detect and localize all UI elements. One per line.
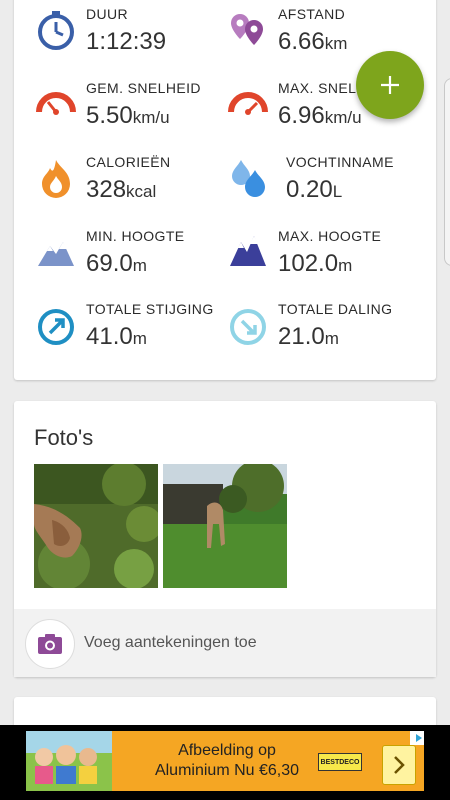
- ad-info-icon: [416, 734, 422, 742]
- photo-thumbnail[interactable]: [34, 464, 158, 588]
- stat-value: 69.0m: [86, 250, 147, 277]
- stat-label: AFSTAND: [278, 6, 346, 22]
- photo-thumbnail[interactable]: [163, 464, 287, 588]
- stat-gem-snelheid: GEM. SNELHEID 5.50km/u: [36, 80, 226, 140]
- ad-text-line1[interactable]: Afbeelding op: [122, 741, 332, 761]
- stat-totale-stijging: TOTALE STIJGING 41.0m: [36, 301, 226, 361]
- photos-title: Foto's: [34, 425, 94, 450]
- ad-text[interactable]: Afbeelding op Aluminium Nu €6,30: [122, 741, 332, 781]
- stat-label: CALORIEËN: [86, 154, 171, 170]
- flame-icon: [42, 160, 70, 198]
- ascent-arrow-icon: [38, 309, 74, 345]
- ad-brand-logo: BESTDECO: [318, 753, 362, 771]
- stopwatch-icon: [38, 11, 74, 50]
- stat-calorieen: CALORIEËN 328kcal: [36, 154, 226, 214]
- stat-label: TOTALE DALING: [278, 301, 393, 317]
- stat-vochtinname: VOCHTINNAME 0.20L: [228, 154, 418, 214]
- stat-label: MIN. HOOGTE: [86, 228, 185, 244]
- stat-value: 5.50km/u: [86, 102, 170, 129]
- stat-totale-daling: TOTALE DALING 21.0m: [228, 301, 418, 361]
- ad-open-button[interactable]: [382, 745, 416, 785]
- stat-value: 328kcal: [86, 176, 157, 203]
- stat-label: DUUR: [86, 6, 129, 22]
- stat-value: 1:12:39: [86, 28, 167, 55]
- mountain-high-icon: [230, 236, 266, 266]
- add-notes-label[interactable]: Voeg aantekeningen toe: [84, 634, 257, 652]
- stat-max-hoogte: MAX. HOOGTE 102.0m: [228, 228, 418, 288]
- stat-value: 41.0m: [86, 323, 147, 350]
- stat-duur: DUUR 1:12:39: [36, 6, 226, 66]
- stat-label: VOCHTINNAME: [286, 154, 394, 170]
- side-panel-handle[interactable]: [444, 78, 450, 266]
- ad-choices-badge[interactable]: [410, 731, 424, 745]
- speedometer-max-icon: [228, 92, 268, 115]
- location-pins-icon: [231, 14, 263, 45]
- add-notes-row[interactable]: Voeg aantekeningen toe: [14, 609, 436, 677]
- mountain-low-icon: [38, 242, 74, 266]
- plus-icon: [381, 76, 399, 94]
- stat-value: 21.0m: [278, 323, 339, 350]
- ad-text-line2[interactable]: Aluminium Nu €6,30: [122, 761, 332, 781]
- speedometer-icon: [36, 92, 76, 115]
- ad-banner[interactable]: Afbeelding op Aluminium Nu €6,30 BESTDEC…: [26, 731, 424, 791]
- stat-value: 102.0m: [278, 250, 353, 277]
- photo-dog-garden: [34, 464, 158, 588]
- stat-value: 0.20L: [286, 176, 343, 203]
- stat-value: 6.96km/u: [278, 102, 362, 129]
- camera-icon: [38, 634, 62, 654]
- ad-image: [26, 731, 112, 791]
- water-drops-icon: [232, 160, 265, 197]
- descent-arrow-icon: [230, 309, 266, 345]
- stat-label: MAX. HOOGTE: [278, 228, 382, 244]
- add-fab-button[interactable]: [356, 51, 424, 119]
- stat-label: GEM. SNELHEID: [86, 80, 201, 96]
- camera-button[interactable]: [25, 619, 75, 669]
- stat-label: TOTALE STIJGING: [86, 301, 214, 317]
- photos-card: Foto's Voeg aantekeningen toe: [14, 401, 436, 677]
- chevron-right-icon: [394, 756, 405, 774]
- stat-value: 6.66km: [278, 28, 348, 55]
- photo-dog-lawn: [163, 464, 287, 588]
- stat-min-hoogte: MIN. HOOGTE 69.0m: [36, 228, 226, 288]
